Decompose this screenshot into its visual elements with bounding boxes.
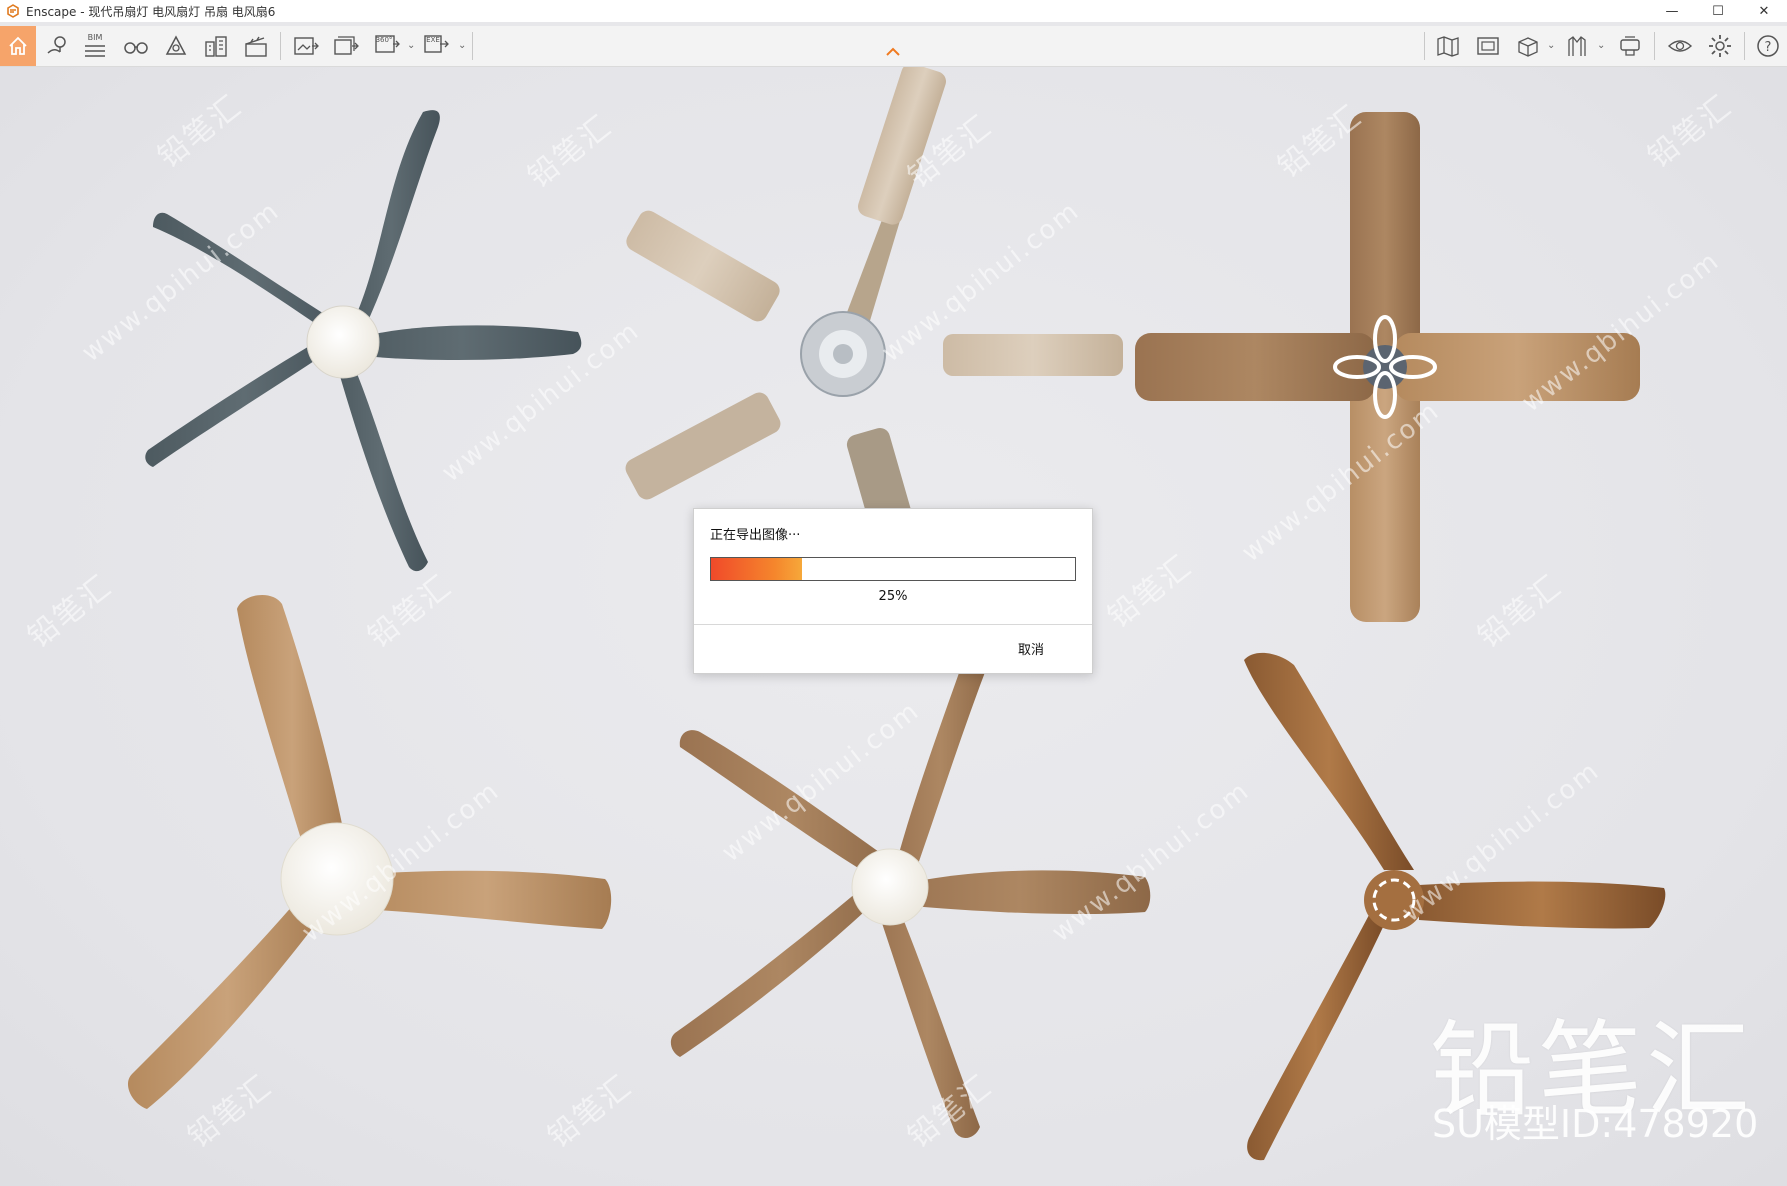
- bim-button[interactable]: BIM: [80, 30, 110, 62]
- view-cube-button[interactable]: [1512, 30, 1544, 62]
- export-progress-dialog: 正在导出图像··· 25% 取消: [693, 508, 1093, 674]
- materials-button[interactable]: [1562, 30, 1594, 62]
- progress-bar-fill: [711, 558, 802, 580]
- exe-export-button[interactable]: EXE: [420, 30, 452, 62]
- home-icon: [9, 36, 27, 55]
- batch-export-button[interactable]: [330, 30, 362, 62]
- materials-dropdown-caret[interactable]: ⌄: [1597, 40, 1605, 51]
- view-cube-icon: [1518, 37, 1538, 57]
- home-button[interactable]: [0, 26, 36, 66]
- progress-percent: 25%: [878, 589, 908, 604]
- toolbar-separator: [1424, 32, 1425, 60]
- buildings-icon: [205, 36, 227, 57]
- title-bar: Enscape - 现代吊扇灯 电风扇灯 吊扇 电风扇6 — ☐ ✕: [0, 0, 1787, 22]
- minimap-button[interactable]: [1432, 30, 1464, 62]
- clapper-icon: [245, 36, 267, 57]
- export-image-button[interactable]: [290, 30, 322, 62]
- enscape-logo-icon: [7, 4, 19, 18]
- maximize-button[interactable]: ☐: [1695, 0, 1741, 22]
- materials-icon: [1568, 36, 1586, 56]
- settings-button[interactable]: [1704, 30, 1736, 62]
- window-controls: — ☐ ✕: [1649, 0, 1787, 22]
- help-icon: ?: [1757, 35, 1779, 57]
- visual-settings-button[interactable]: [1664, 30, 1696, 62]
- buildings-button[interactable]: [200, 30, 232, 62]
- fan-slate: [145, 110, 582, 572]
- sync-button[interactable]: [1614, 30, 1646, 62]
- bim-label: BIM: [87, 33, 103, 42]
- model-id-text: SU模型ID:478920: [1432, 1102, 1759, 1146]
- map-pin-icon: [47, 36, 66, 54]
- dialog-title: 正在导出图像···: [710, 528, 801, 543]
- toolbar-separator: [1654, 32, 1655, 60]
- fan-wood-three: [127, 594, 612, 1109]
- export-progress-bar: [710, 557, 1076, 581]
- binoculars-button[interactable]: [120, 30, 152, 62]
- visual-settings-icon: [1667, 40, 1693, 52]
- panorama-export-button[interactable]: 360°: [370, 30, 404, 62]
- asset-library-button[interactable]: [1472, 30, 1504, 62]
- svg-text:?: ?: [1765, 40, 1772, 55]
- export-image-icon: [294, 37, 319, 55]
- minimize-button[interactable]: —: [1649, 0, 1695, 22]
- view-dropdown-caret[interactable]: ⌄: [1547, 40, 1555, 51]
- toolbar-separator: [1744, 32, 1745, 60]
- panorama-dropdown-caret[interactable]: ⌄: [407, 40, 415, 51]
- dialog-divider: [694, 624, 1092, 625]
- bim-icon: [85, 45, 105, 57]
- settings-icon: [1709, 35, 1731, 57]
- sync-icon: [1620, 36, 1640, 56]
- exe-dropdown-caret[interactable]: ⌄: [458, 40, 466, 51]
- close-button[interactable]: ✕: [1741, 0, 1787, 22]
- collapse-toolbar-button[interactable]: [883, 44, 903, 58]
- help-button[interactable]: ?: [1752, 30, 1784, 62]
- map-pin-button[interactable]: [42, 30, 72, 62]
- asset-library-icon: [1477, 37, 1499, 55]
- chevron-up-icon: [886, 47, 900, 56]
- fan-lightwood: [625, 67, 1123, 570]
- toolbar-separator: [472, 32, 473, 60]
- minimap-icon: [1437, 36, 1459, 57]
- atmosphere-button[interactable]: [160, 30, 192, 62]
- atmosphere-icon: [165, 35, 187, 55]
- batch-export-icon: [334, 36, 359, 55]
- toolbar-separator: [280, 32, 281, 60]
- binoculars-icon: [124, 42, 148, 54]
- video-editor-button[interactable]: [240, 30, 272, 62]
- cancel-button[interactable]: 取消: [1018, 639, 1044, 658]
- exe-export-icon: [424, 34, 449, 53]
- panorama-export-icon: [375, 34, 400, 53]
- window-title: Enscape - 现代吊扇灯 电风扇灯 吊扇 电风扇6: [26, 4, 276, 19]
